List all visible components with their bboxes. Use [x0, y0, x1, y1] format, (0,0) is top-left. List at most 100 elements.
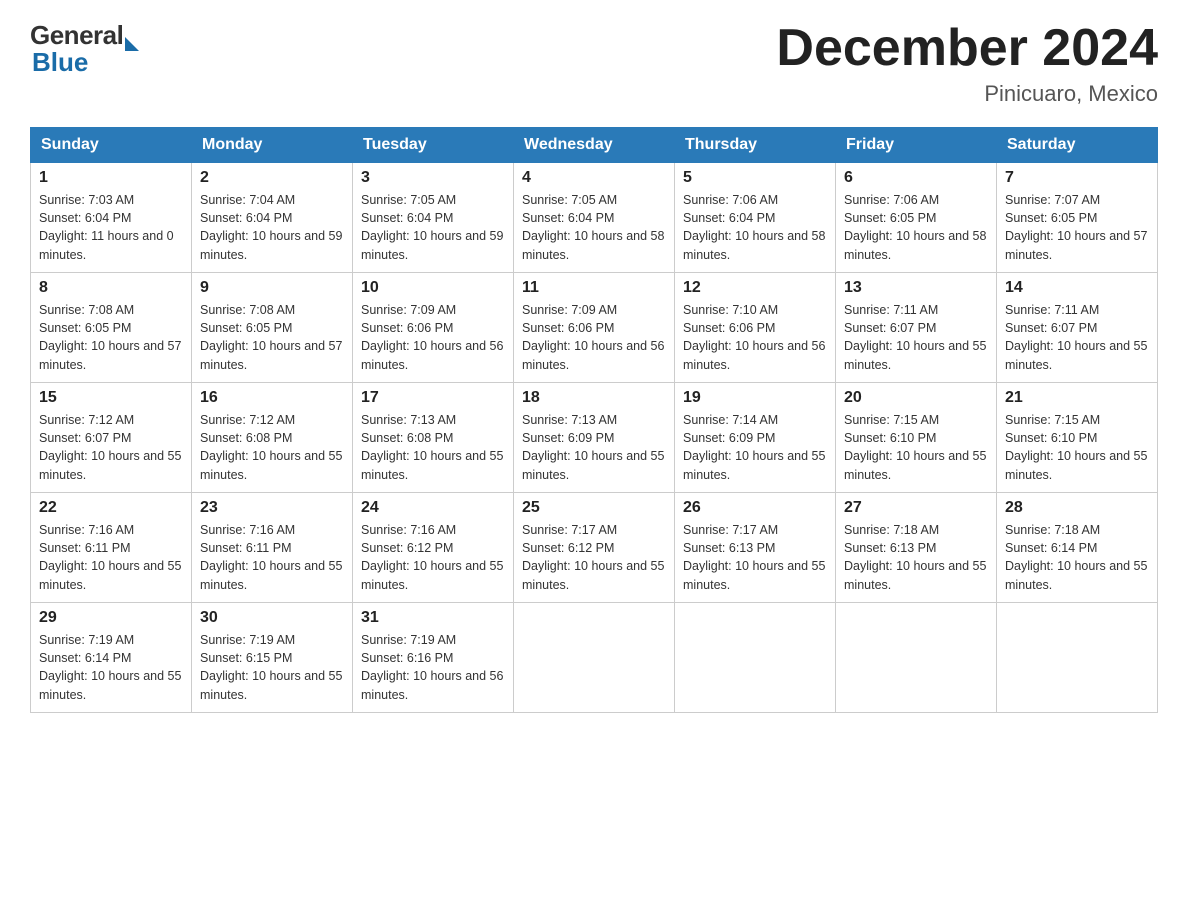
calendar-header-wednesday: Wednesday: [514, 128, 675, 163]
month-title: December 2024: [776, 20, 1158, 77]
calendar-cell: 13 Sunrise: 7:11 AMSunset: 6:07 PMDaylig…: [836, 273, 997, 383]
logo-blue-text: Blue: [32, 47, 88, 78]
calendar-cell: 23 Sunrise: 7:16 AMSunset: 6:11 PMDaylig…: [192, 493, 353, 603]
calendar-cell: 21 Sunrise: 7:15 AMSunset: 6:10 PMDaylig…: [997, 383, 1158, 493]
day-number: 6: [844, 169, 988, 187]
day-info: Sunrise: 7:08 AMSunset: 6:05 PMDaylight:…: [39, 303, 181, 371]
day-number: 4: [522, 169, 666, 187]
day-info: Sunrise: 7:06 AMSunset: 6:05 PMDaylight:…: [844, 193, 986, 261]
calendar-week-row: 1 Sunrise: 7:03 AMSunset: 6:04 PMDayligh…: [31, 163, 1158, 273]
day-number: 10: [361, 279, 505, 297]
day-info: Sunrise: 7:12 AMSunset: 6:08 PMDaylight:…: [200, 413, 342, 481]
day-info: Sunrise: 7:13 AMSunset: 6:09 PMDaylight:…: [522, 413, 664, 481]
day-info: Sunrise: 7:19 AMSunset: 6:14 PMDaylight:…: [39, 633, 181, 701]
day-info: Sunrise: 7:09 AMSunset: 6:06 PMDaylight:…: [361, 303, 503, 371]
calendar-cell: 24 Sunrise: 7:16 AMSunset: 6:12 PMDaylig…: [353, 493, 514, 603]
calendar-cell: 4 Sunrise: 7:05 AMSunset: 6:04 PMDayligh…: [514, 163, 675, 273]
calendar-week-row: 15 Sunrise: 7:12 AMSunset: 6:07 PMDaylig…: [31, 383, 1158, 493]
day-number: 13: [844, 279, 988, 297]
day-number: 15: [39, 389, 183, 407]
calendar-cell: 11 Sunrise: 7:09 AMSunset: 6:06 PMDaylig…: [514, 273, 675, 383]
day-number: 14: [1005, 279, 1149, 297]
day-number: 26: [683, 499, 827, 517]
calendar-header-friday: Friday: [836, 128, 997, 163]
calendar-cell: 14 Sunrise: 7:11 AMSunset: 6:07 PMDaylig…: [997, 273, 1158, 383]
day-number: 18: [522, 389, 666, 407]
day-info: Sunrise: 7:10 AMSunset: 6:06 PMDaylight:…: [683, 303, 825, 371]
calendar-cell: 29 Sunrise: 7:19 AMSunset: 6:14 PMDaylig…: [31, 603, 192, 713]
day-number: 21: [1005, 389, 1149, 407]
day-number: 19: [683, 389, 827, 407]
calendar-header-row: SundayMondayTuesdayWednesdayThursdayFrid…: [31, 128, 1158, 163]
day-info: Sunrise: 7:17 AMSunset: 6:12 PMDaylight:…: [522, 523, 664, 591]
day-info: Sunrise: 7:18 AMSunset: 6:13 PMDaylight:…: [844, 523, 986, 591]
calendar-cell: 25 Sunrise: 7:17 AMSunset: 6:12 PMDaylig…: [514, 493, 675, 603]
day-info: Sunrise: 7:04 AMSunset: 6:04 PMDaylight:…: [200, 193, 342, 261]
logo: General Blue: [30, 20, 139, 78]
calendar-cell: [675, 603, 836, 713]
day-info: Sunrise: 7:16 AMSunset: 6:11 PMDaylight:…: [39, 523, 181, 591]
day-info: Sunrise: 7:06 AMSunset: 6:04 PMDaylight:…: [683, 193, 825, 261]
day-info: Sunrise: 7:15 AMSunset: 6:10 PMDaylight:…: [844, 413, 986, 481]
day-info: Sunrise: 7:05 AMSunset: 6:04 PMDaylight:…: [361, 193, 503, 261]
day-number: 9: [200, 279, 344, 297]
calendar-week-row: 29 Sunrise: 7:19 AMSunset: 6:14 PMDaylig…: [31, 603, 1158, 713]
day-info: Sunrise: 7:11 AMSunset: 6:07 PMDaylight:…: [1005, 303, 1147, 371]
calendar-cell: 9 Sunrise: 7:08 AMSunset: 6:05 PMDayligh…: [192, 273, 353, 383]
calendar-cell: 16 Sunrise: 7:12 AMSunset: 6:08 PMDaylig…: [192, 383, 353, 493]
calendar-header-monday: Monday: [192, 128, 353, 163]
calendar-cell: 31 Sunrise: 7:19 AMSunset: 6:16 PMDaylig…: [353, 603, 514, 713]
day-info: Sunrise: 7:11 AMSunset: 6:07 PMDaylight:…: [844, 303, 986, 371]
day-number: 23: [200, 499, 344, 517]
day-info: Sunrise: 7:13 AMSunset: 6:08 PMDaylight:…: [361, 413, 503, 481]
day-number: 29: [39, 609, 183, 627]
day-number: 16: [200, 389, 344, 407]
calendar-cell: 20 Sunrise: 7:15 AMSunset: 6:10 PMDaylig…: [836, 383, 997, 493]
calendar-cell: 26 Sunrise: 7:17 AMSunset: 6:13 PMDaylig…: [675, 493, 836, 603]
calendar-cell: 17 Sunrise: 7:13 AMSunset: 6:08 PMDaylig…: [353, 383, 514, 493]
calendar-cell: 28 Sunrise: 7:18 AMSunset: 6:14 PMDaylig…: [997, 493, 1158, 603]
calendar-cell: 19 Sunrise: 7:14 AMSunset: 6:09 PMDaylig…: [675, 383, 836, 493]
location-label: Pinicuaro, Mexico: [776, 81, 1158, 107]
day-info: Sunrise: 7:16 AMSunset: 6:12 PMDaylight:…: [361, 523, 503, 591]
calendar-cell: [997, 603, 1158, 713]
title-area: December 2024 Pinicuaro, Mexico: [776, 20, 1158, 107]
calendar-cell: 18 Sunrise: 7:13 AMSunset: 6:09 PMDaylig…: [514, 383, 675, 493]
calendar-week-row: 22 Sunrise: 7:16 AMSunset: 6:11 PMDaylig…: [31, 493, 1158, 603]
calendar-cell: 7 Sunrise: 7:07 AMSunset: 6:05 PMDayligh…: [997, 163, 1158, 273]
calendar-cell: 22 Sunrise: 7:16 AMSunset: 6:11 PMDaylig…: [31, 493, 192, 603]
day-info: Sunrise: 7:16 AMSunset: 6:11 PMDaylight:…: [200, 523, 342, 591]
calendar-cell: 1 Sunrise: 7:03 AMSunset: 6:04 PMDayligh…: [31, 163, 192, 273]
day-number: 24: [361, 499, 505, 517]
day-info: Sunrise: 7:12 AMSunset: 6:07 PMDaylight:…: [39, 413, 181, 481]
day-info: Sunrise: 7:05 AMSunset: 6:04 PMDaylight:…: [522, 193, 664, 261]
calendar-cell: 27 Sunrise: 7:18 AMSunset: 6:13 PMDaylig…: [836, 493, 997, 603]
calendar-header-thursday: Thursday: [675, 128, 836, 163]
calendar-cell: 5 Sunrise: 7:06 AMSunset: 6:04 PMDayligh…: [675, 163, 836, 273]
day-info: Sunrise: 7:03 AMSunset: 6:04 PMDaylight:…: [39, 193, 174, 261]
day-number: 7: [1005, 169, 1149, 187]
calendar-header-tuesday: Tuesday: [353, 128, 514, 163]
day-info: Sunrise: 7:17 AMSunset: 6:13 PMDaylight:…: [683, 523, 825, 591]
day-info: Sunrise: 7:09 AMSunset: 6:06 PMDaylight:…: [522, 303, 664, 371]
calendar-cell: 10 Sunrise: 7:09 AMSunset: 6:06 PMDaylig…: [353, 273, 514, 383]
day-number: 3: [361, 169, 505, 187]
day-number: 8: [39, 279, 183, 297]
day-info: Sunrise: 7:15 AMSunset: 6:10 PMDaylight:…: [1005, 413, 1147, 481]
calendar-cell: 3 Sunrise: 7:05 AMSunset: 6:04 PMDayligh…: [353, 163, 514, 273]
calendar-header-sunday: Sunday: [31, 128, 192, 163]
calendar-cell: [514, 603, 675, 713]
day-number: 25: [522, 499, 666, 517]
day-number: 30: [200, 609, 344, 627]
day-number: 28: [1005, 499, 1149, 517]
calendar-cell: [836, 603, 997, 713]
day-info: Sunrise: 7:19 AMSunset: 6:15 PMDaylight:…: [200, 633, 342, 701]
day-number: 17: [361, 389, 505, 407]
day-info: Sunrise: 7:14 AMSunset: 6:09 PMDaylight:…: [683, 413, 825, 481]
day-number: 11: [522, 279, 666, 297]
day-number: 20: [844, 389, 988, 407]
calendar-cell: 30 Sunrise: 7:19 AMSunset: 6:15 PMDaylig…: [192, 603, 353, 713]
day-info: Sunrise: 7:07 AMSunset: 6:05 PMDaylight:…: [1005, 193, 1147, 261]
day-info: Sunrise: 7:19 AMSunset: 6:16 PMDaylight:…: [361, 633, 503, 701]
day-number: 2: [200, 169, 344, 187]
